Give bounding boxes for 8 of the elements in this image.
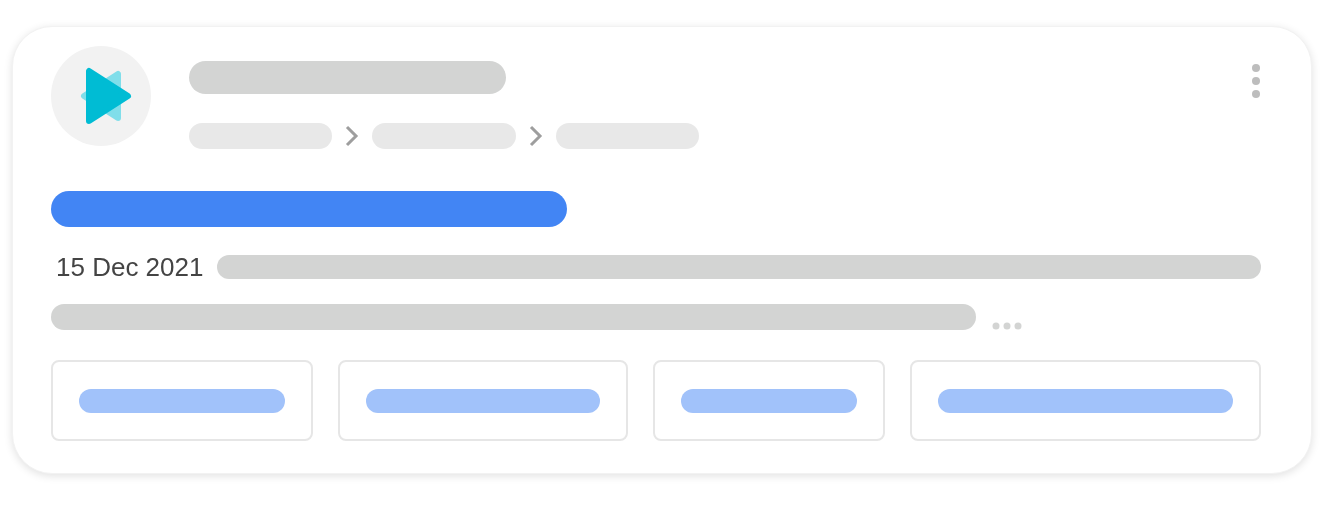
sitelink-chip[interactable] [337, 360, 629, 441]
ellipsis-icon [992, 322, 1022, 330]
result-date: 15 Dec 2021 [56, 251, 204, 283]
link-placeholder[interactable] [51, 191, 567, 227]
sitelink-chip[interactable] [51, 360, 313, 441]
sitelink-chip[interactable] [909, 360, 1261, 441]
more-options-icon[interactable] [1251, 63, 1261, 99]
sitelink-chip[interactable] [653, 360, 885, 441]
